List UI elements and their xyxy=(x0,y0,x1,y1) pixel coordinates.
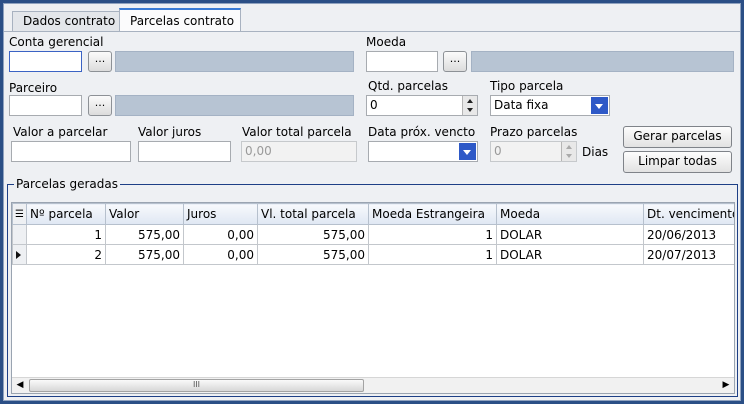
cell-numero[interactable]: 2 xyxy=(26,244,106,265)
moeda-description xyxy=(471,51,734,72)
qtd-parcelas-value: 0 xyxy=(370,98,378,112)
cell-juros[interactable]: 0,00 xyxy=(183,244,258,265)
spin-up-icon xyxy=(562,142,576,152)
prazo-parcelas-label: Prazo parcelas xyxy=(490,125,578,139)
parceiro-lookup-button[interactable]: ... xyxy=(88,95,112,116)
tab-divider xyxy=(4,31,740,32)
column-header[interactable]: Nº parcela xyxy=(26,203,106,225)
valor-a-parcelar-input[interactable] xyxy=(11,141,131,162)
column-header[interactable]: Moeda Estrangeira xyxy=(368,203,497,225)
cell-valor[interactable]: 575,00 xyxy=(105,244,184,265)
conta-gerencial-input[interactable] xyxy=(9,51,82,72)
cell-moeda-estrangeira[interactable]: 1 xyxy=(368,224,497,245)
cell-moeda[interactable]: DOLAR xyxy=(496,244,644,265)
prazo-parcelas-input: 0 xyxy=(490,141,577,162)
valor-a-parcelar-label: Valor a parcelar xyxy=(13,125,108,139)
tipo-parcela-value: Data fixa xyxy=(494,98,549,112)
conta-gerencial-label: Conta gerencial xyxy=(9,35,104,49)
parceiro-input[interactable] xyxy=(9,95,82,116)
parcelas-grid[interactable]: ☰ Nº parcela Valor Juros Vl. total parce… xyxy=(11,202,735,394)
moeda-label: Moeda xyxy=(366,35,407,49)
parceiro-description xyxy=(115,95,354,116)
qtd-parcelas-label: Qtd. parcelas xyxy=(368,79,448,93)
limpar-todas-button[interactable]: Limpar todas xyxy=(623,151,732,173)
spin-down-icon xyxy=(562,152,576,162)
conta-gerencial-description xyxy=(115,51,354,72)
parceiro-label: Parceiro xyxy=(9,81,58,95)
scroll-left-icon[interactable]: ◀ xyxy=(12,378,28,393)
prazo-parcelas-value: 0 xyxy=(494,144,502,158)
row-selector[interactable] xyxy=(12,224,27,245)
moeda-lookup-button[interactable]: ... xyxy=(443,51,467,72)
row-selector[interactable] xyxy=(12,244,27,265)
tab-parcelas-contrato[interactable]: Parcelas contrato xyxy=(119,8,241,32)
tipo-parcela-select[interactable]: Data fixa xyxy=(490,95,610,116)
valor-juros-label: Valor juros xyxy=(138,125,202,139)
cell-vencimento[interactable]: 20/07/2013 xyxy=(643,244,734,265)
column-header[interactable]: Juros xyxy=(183,203,258,225)
conta-gerencial-lookup-button[interactable]: ... xyxy=(88,51,112,72)
cell-valor[interactable]: 575,00 xyxy=(105,224,184,245)
dias-label: Dias xyxy=(582,145,609,159)
horizontal-scrollbar[interactable]: ◀ III ▶ xyxy=(12,377,734,393)
table-row[interactable]: 2 575,00 0,00 575,00 1 DOLAR 20/07/2013 xyxy=(12,244,734,265)
column-header[interactable]: Valor xyxy=(105,203,184,225)
data-prox-vencto-label: Data próx. vencto xyxy=(368,125,476,139)
spin-up-icon[interactable] xyxy=(463,96,477,106)
cell-juros[interactable]: 0,00 xyxy=(183,224,258,245)
chevron-down-icon[interactable] xyxy=(591,97,608,114)
current-row-arrow-icon xyxy=(16,250,21,259)
prazo-parcelas-spinner xyxy=(561,142,576,161)
tab-dados-contrato[interactable]: Dados contrato xyxy=(12,11,120,31)
valor-total-parcela-label: Valor total parcela xyxy=(242,125,352,139)
table-row[interactable]: 1 575,00 0,00 575,00 1 DOLAR 20/06/2013 xyxy=(12,224,734,245)
spin-down-icon[interactable] xyxy=(463,106,477,116)
cell-moeda[interactable]: DOLAR xyxy=(496,224,644,245)
cell-vencimento[interactable]: 20/06/2013 xyxy=(643,224,734,245)
column-chooser-icon[interactable]: ☰ xyxy=(12,203,27,225)
scroll-thumb[interactable]: III xyxy=(29,379,364,392)
parcelas-table: ☰ Nº parcela Valor Juros Vl. total parce… xyxy=(12,203,734,265)
column-header[interactable]: Dt. vencimento xyxy=(643,203,734,225)
qtd-parcelas-spinner[interactable] xyxy=(462,96,477,115)
calendar-dropdown-icon[interactable] xyxy=(459,143,476,160)
cell-total[interactable]: 575,00 xyxy=(257,224,369,245)
qtd-parcelas-input[interactable]: 0 xyxy=(366,95,478,116)
parcelas-geradas-group: Parcelas geradas ☰ Nº parcela Valor Juro… xyxy=(7,177,738,397)
parcelas-geradas-title: Parcelas geradas xyxy=(14,177,120,191)
scroll-right-icon[interactable]: ▶ xyxy=(718,378,734,393)
gerar-parcelas-button[interactable]: Gerar parcelas xyxy=(623,126,732,148)
cell-moeda-estrangeira[interactable]: 1 xyxy=(368,244,497,265)
valor-juros-input[interactable] xyxy=(138,141,231,162)
moeda-input[interactable] xyxy=(366,51,438,72)
contract-window: Dados contrato Parcelas contrato Conta g… xyxy=(3,3,741,401)
valor-total-parcela-input: 0,00 xyxy=(241,141,357,162)
data-prox-vencto-picker[interactable] xyxy=(368,141,478,162)
cell-total[interactable]: 575,00 xyxy=(257,244,369,265)
table-header-row: ☰ Nº parcela Valor Juros Vl. total parce… xyxy=(12,203,734,225)
column-header[interactable]: Moeda xyxy=(496,203,644,225)
tipo-parcela-label: Tipo parcela xyxy=(490,79,564,93)
cell-numero[interactable]: 1 xyxy=(26,224,106,245)
column-header[interactable]: Vl. total parcela xyxy=(257,203,369,225)
